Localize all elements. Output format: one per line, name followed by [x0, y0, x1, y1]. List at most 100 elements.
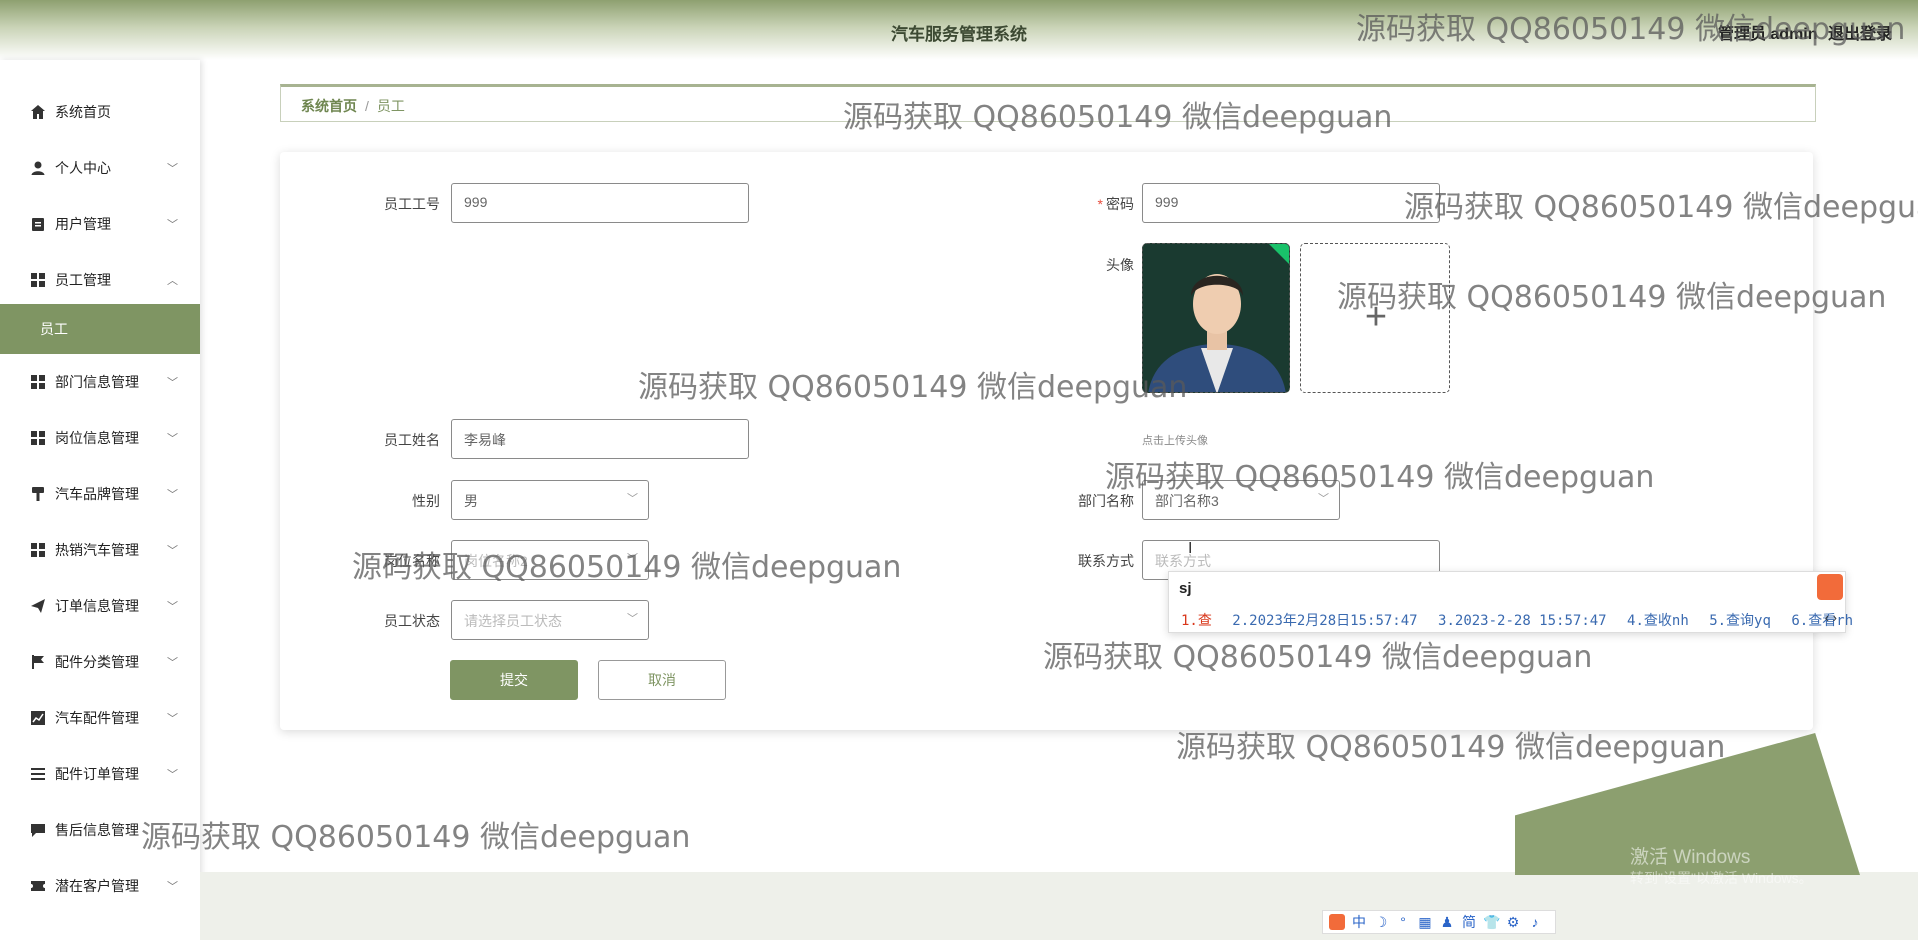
flag-icon: [32, 655, 44, 669]
sidebar-item-part-orders[interactable]: 配件订单管理 ﹀: [0, 749, 200, 799]
ime-page-nav[interactable]: ‹ ›: [1825, 610, 1837, 625]
status-select[interactable]: 请选择员工状态 ﹀: [451, 600, 649, 640]
avatar-upload-button[interactable]: +: [1300, 243, 1450, 393]
skin-icon[interactable]: 👕: [1483, 914, 1500, 931]
sidebar-item-potential-customers[interactable]: 潜在客户管理 ﹀: [0, 861, 200, 911]
ime-mode-icon[interactable]: 中: [1351, 912, 1367, 932]
sidebar-item-after-sales[interactable]: 售后信息管理: [0, 805, 200, 855]
status-label: 员工状态: [384, 613, 440, 629]
sidebar-item-hot-cars[interactable]: 热销汽车管理 ﹀: [0, 525, 200, 575]
home-icon: [31, 105, 45, 119]
sidebar-item-label: 个人中心: [55, 160, 111, 176]
sidebar-item-users[interactable]: 用户管理 ﹀: [0, 199, 200, 249]
password-label: * 密码: [1060, 194, 1134, 214]
ime-candidate[interactable]: 1.查: [1181, 613, 1212, 629]
breadcrumb-current: 员工: [376, 98, 405, 114]
simplified-icon[interactable]: 简: [1461, 912, 1477, 932]
position-select[interactable]: 岗位名称2 ﹀: [451, 540, 649, 580]
chevron-down-icon: ﹀: [167, 601, 178, 613]
chevron-down-icon: ﹀: [627, 613, 638, 625]
sidebar-item-employees[interactable]: 员工管理 ︿: [0, 255, 200, 305]
avatar-upload-hint: 点击上传头像: [1142, 435, 1208, 447]
sidebar-item-label: 配件订单管理: [55, 766, 139, 782]
chevron-down-icon: ﹀: [167, 881, 178, 893]
moon-icon[interactable]: ☽: [1373, 914, 1389, 931]
sidebar-item-home[interactable]: 系统首页: [0, 87, 200, 137]
employee-name-input[interactable]: 李易峰: [451, 419, 749, 459]
text-cursor-icon: I: [1188, 540, 1193, 557]
ime-candidate[interactable]: 5.查询yq: [1709, 613, 1771, 629]
gender-select[interactable]: 男 ﹀: [451, 480, 649, 520]
brush-icon: [32, 487, 44, 501]
chevron-down-icon: ﹀: [167, 545, 178, 557]
department-label: 部门名称: [1078, 493, 1134, 509]
chevron-down-icon: ﹀: [627, 493, 638, 505]
sidebar: 系统首页 个人中心 ﹀ 用户管理 ﹀ 员工管理 ︿ 员工 部门信息管理 ﹀ 岗位…: [0, 60, 200, 940]
ime-candidate-list: 1.查 2.2023年2月28日15:57:47 3.2023-2-28 15:…: [1181, 610, 1865, 630]
message-icon: [31, 824, 45, 837]
chevron-down-icon: ﹀: [167, 219, 178, 231]
password-input[interactable]: 999: [1142, 183, 1440, 223]
gear-icon[interactable]: ⚙: [1505, 914, 1521, 931]
user-icon[interactable]: ♟: [1439, 914, 1455, 931]
tiktok-icon[interactable]: ♪: [1527, 914, 1543, 930]
ime-candidate[interactable]: 3.2023-2-28 15:57:47: [1438, 613, 1607, 629]
ime-composition: sj: [1179, 580, 1192, 597]
sidebar-item-departments[interactable]: 部门信息管理 ﹀: [0, 357, 200, 407]
password-label-text: 密码: [1106, 196, 1134, 212]
grid-icon: [31, 431, 45, 445]
app-title: 汽车服务管理系统: [891, 25, 1027, 44]
user-info: 管理员 admin 退出登录: [1718, 20, 1892, 44]
punctuation-icon[interactable]: °: [1395, 914, 1411, 930]
employee-no-label: 员工工号: [384, 196, 440, 212]
sidebar-item-orders[interactable]: 订单信息管理 ﹀: [0, 581, 200, 631]
watermark-text: 源码获取 QQ86050149 微信deepguan: [141, 820, 691, 855]
position-label: 岗位名称: [384, 553, 440, 569]
avatar-label: 头像: [1106, 257, 1134, 273]
chevron-up-icon: ︿: [167, 275, 178, 287]
ime-candidate[interactable]: 2.2023年2月28日15:57:47: [1232, 613, 1417, 629]
avatar-image[interactable]: [1142, 243, 1290, 393]
keyboard-icon[interactable]: ▦: [1417, 914, 1433, 931]
ime-candidate[interactable]: 6.查看rh: [1791, 613, 1853, 629]
sidebar-item-label: 热销汽车管理: [55, 542, 139, 558]
chevron-down-icon: ﹀: [167, 163, 178, 175]
grid-icon: [31, 375, 45, 389]
ime-toolbar-logo-icon[interactable]: [1329, 914, 1345, 930]
submit-button[interactable]: 提交: [450, 660, 578, 700]
chevron-down-icon: ﹀: [167, 713, 178, 725]
sidebar-subitem-employee[interactable]: 员工: [0, 304, 200, 354]
plus-icon: +: [1364, 296, 1388, 338]
clipboard-icon: [32, 218, 44, 231]
sidebar-item-label: 配件分类管理: [55, 654, 139, 670]
sidebar-item-label: 售后信息管理: [55, 822, 139, 838]
ime-candidate-popup: sj 1.查 2.2023年2月28日15:57:47 3.2023-2-28 …: [1168, 571, 1853, 633]
sidebar-item-label: 员工管理: [55, 272, 111, 288]
sidebar-item-car-brands[interactable]: 汽车品牌管理 ﹀: [0, 469, 200, 519]
department-select[interactable]: 部门名称3 ﹀: [1142, 480, 1340, 520]
breadcrumb-home[interactable]: 系统首页: [301, 98, 357, 114]
sidebar-item-car-parts[interactable]: 汽车配件管理 ﹀: [0, 693, 200, 743]
windows-activate-subtitle: 转到"设置"以激活 Windows。: [1630, 870, 1813, 886]
sidebar-item-positions[interactable]: 岗位信息管理 ﹀: [0, 413, 200, 463]
contact-label: 联系方式: [1078, 553, 1134, 569]
logout-link[interactable]: 退出登录: [1828, 26, 1892, 43]
send-icon: [31, 599, 45, 613]
status-placeholder: 请选择员工状态: [464, 613, 562, 629]
sidebar-item-profile[interactable]: 个人中心 ﹀: [0, 143, 200, 193]
sidebar-item-label: 潜在客户管理: [55, 878, 139, 894]
breadcrumb-separator: /: [365, 98, 369, 114]
avatar-portrait: [1143, 244, 1289, 392]
user-icon: [31, 161, 45, 175]
employee-no-input[interactable]: 999: [451, 183, 749, 223]
sidebar-item-label: 系统首页: [55, 104, 111, 120]
gender-label: 性别: [412, 493, 440, 509]
chevron-down-icon: ﹀: [167, 433, 178, 445]
sidebar-item-label: 汽车品牌管理: [55, 486, 139, 502]
chevron-down-icon: ﹀: [627, 553, 638, 565]
sidebar-item-label: 订单信息管理: [55, 598, 139, 614]
employee-name-label: 员工姓名: [384, 432, 440, 448]
sidebar-item-part-categories[interactable]: 配件分类管理 ﹀: [0, 637, 200, 687]
cancel-button[interactable]: 取消: [598, 660, 726, 700]
ime-candidate[interactable]: 4.查收nh: [1627, 613, 1689, 629]
